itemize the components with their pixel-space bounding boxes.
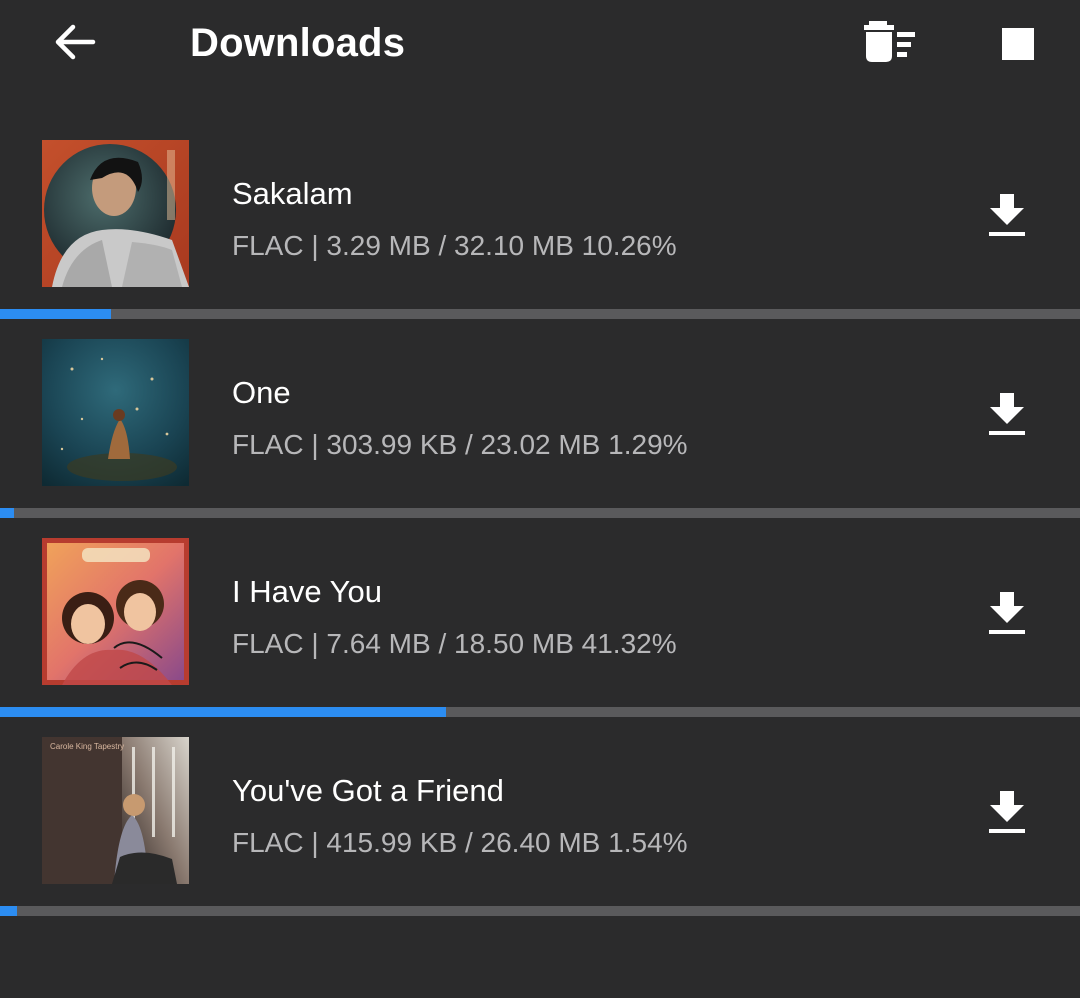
progress-fill [0,309,111,319]
album-cover [42,140,189,287]
svg-text:Carole King Tapestry: Carole King Tapestry [50,742,124,751]
download-button[interactable] [976,783,1038,845]
download-icon [987,192,1027,243]
download-button[interactable] [976,186,1038,248]
download-item[interactable]: One FLAC | 303.99 KB / 23.02 MB 1.29% [0,319,1080,518]
download-icon [987,590,1027,641]
album-cover [42,339,189,486]
download-button[interactable] [976,385,1038,447]
progress-fill [0,508,15,518]
download-status: FLAC | 7.64 MB / 18.50 MB 41.32% [232,628,677,659]
progress-fill [0,906,17,916]
album-cover [42,538,189,685]
stop-all-button[interactable] [988,14,1048,74]
download-item[interactable]: Sakalam FLAC | 3.29 MB / 32.10 MB 10.26% [0,120,1080,319]
album-cover: Carole King Tapestry [42,737,189,884]
download-progress-bar [0,707,1080,717]
downloads-screen: Downloads Sakalam FLAC | 3.29 MB / 32.10… [0,0,1080,998]
download-status: FLAC | 303.99 KB / 23.02 MB 1.29% [232,429,688,460]
download-icon [987,789,1027,840]
delete-sweep-icon [862,18,918,71]
downloads-list: Sakalam FLAC | 3.29 MB / 32.10 MB 10.26% [0,120,1080,916]
download-progress-bar [0,906,1080,916]
page-title: Downloads [190,21,406,65]
download-button[interactable] [976,584,1038,646]
download-progress-bar [0,309,1080,319]
download-item[interactable]: I Have You FLAC | 7.64 MB / 18.50 MB 41.… [0,518,1080,717]
stop-square-icon [1002,28,1034,60]
track-title: I Have You [232,574,382,609]
download-progress-bar [0,508,1080,518]
clear-downloads-button[interactable] [856,14,924,74]
download-icon [987,391,1027,442]
download-item[interactable]: Carole King Tapestry You've Got a Friend… [0,717,1080,916]
track-title: One [232,375,291,410]
back-button[interactable] [44,14,104,74]
track-title: You've Got a Friend [232,773,504,808]
download-status: FLAC | 415.99 KB / 26.40 MB 1.54% [232,827,688,858]
top-app-bar: Downloads [0,0,1080,88]
download-status: FLAC | 3.29 MB / 32.10 MB 10.26% [232,230,677,261]
arrow-left-icon [51,19,97,70]
progress-fill [0,707,447,717]
track-title: Sakalam [232,176,353,211]
